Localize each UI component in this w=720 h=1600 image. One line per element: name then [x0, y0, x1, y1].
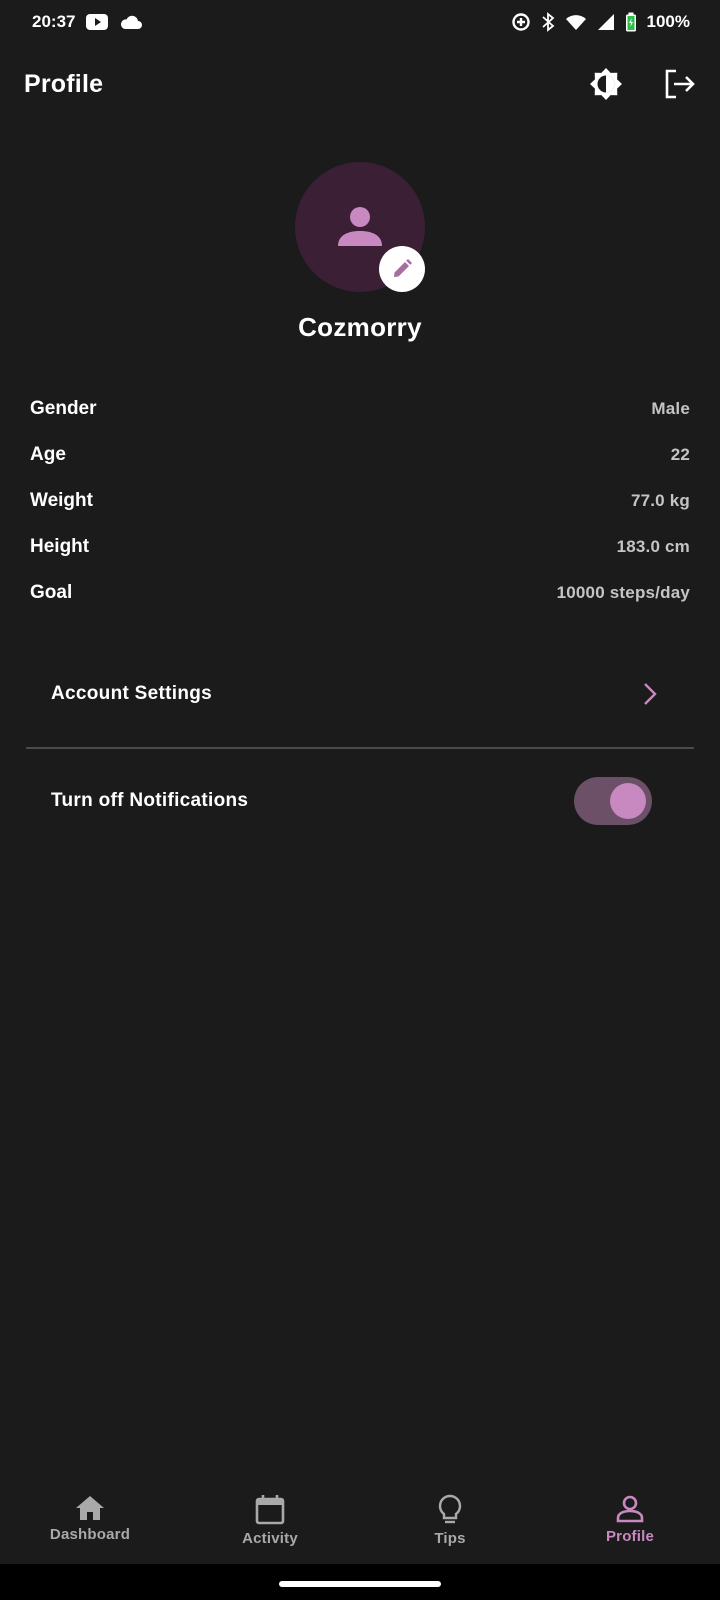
- wifi-icon: [565, 13, 587, 31]
- nav-item-profile[interactable]: Profile: [540, 1480, 720, 1545]
- home-icon: [76, 1496, 104, 1520]
- cloud-icon: [119, 14, 143, 30]
- divider: [26, 747, 694, 749]
- logout-button[interactable]: [658, 62, 702, 106]
- brightness-icon: [590, 68, 622, 100]
- avatar-container: [295, 162, 425, 292]
- info-value: 183.0 cm: [616, 537, 690, 556]
- chevron-right-icon: [644, 683, 657, 705]
- info-label: Goal: [30, 582, 73, 603]
- status-bar: 20:37 100%: [0, 0, 720, 44]
- info-row-height: Height 183.0 cm: [30, 524, 690, 570]
- status-time: 20:37: [32, 12, 76, 31]
- info-value: 77.0 kg: [630, 491, 690, 510]
- data-saver-icon: [511, 12, 531, 32]
- system-gesture-area: [0, 1564, 720, 1600]
- info-row-gender: Gender Male: [30, 386, 690, 432]
- pencil-icon: [394, 259, 412, 277]
- account-settings-row[interactable]: Account Settings: [26, 652, 694, 736]
- username: Cozmorry: [298, 312, 422, 342]
- info-value: Male: [651, 399, 690, 418]
- nav-label: Dashboard: [49, 1526, 131, 1543]
- info-label: Gender: [30, 398, 97, 419]
- nav-label: Activity: [242, 1530, 298, 1547]
- profile-info-list: Gender Male Age 22 Weight 77.0 kg Height…: [30, 386, 690, 616]
- home-gesture-bar[interactable]: [279, 1581, 441, 1587]
- app-bar: Profile: [0, 52, 720, 116]
- edit-avatar-button[interactable]: [379, 246, 425, 292]
- person-outline-icon: [616, 1495, 644, 1523]
- logout-icon: [665, 69, 695, 99]
- info-value: 10000 steps/day: [556, 583, 690, 602]
- info-value: 22: [670, 445, 690, 464]
- toggle-knob: [610, 783, 646, 819]
- nav-item-dashboard[interactable]: Dashboard: [0, 1480, 180, 1543]
- account-settings-label: Account Settings: [51, 683, 213, 704]
- nav-label: Tips: [434, 1530, 466, 1547]
- theme-toggle-button[interactable]: [584, 62, 628, 106]
- notifications-row: Turn off Notifications: [26, 760, 694, 842]
- info-label: Height: [30, 536, 90, 557]
- nav-item-activity[interactable]: Activity: [180, 1480, 360, 1547]
- calendar-icon: [255, 1495, 285, 1525]
- nav-item-tips[interactable]: Tips: [360, 1480, 540, 1547]
- battery-icon: [625, 12, 637, 32]
- info-label: Age: [30, 444, 66, 465]
- lightbulb-icon: [438, 1494, 462, 1524]
- info-label: Weight: [30, 490, 93, 511]
- page-title: Profile: [24, 69, 104, 98]
- notifications-toggle[interactable]: [574, 777, 652, 825]
- signal-icon: [597, 13, 615, 31]
- notifications-label: Turn off Notifications: [51, 790, 249, 811]
- info-row-weight: Weight 77.0 kg: [30, 478, 690, 524]
- nav-label: Profile: [605, 1528, 655, 1545]
- battery-percentage: 100%: [646, 12, 690, 31]
- bottom-nav: Dashboard Activity Tips Profile: [0, 1480, 720, 1564]
- bluetooth-icon: [541, 12, 555, 32]
- person-icon: [338, 207, 382, 246]
- info-row-age: Age 22: [30, 432, 690, 478]
- info-row-goal: Goal 10000 steps/day: [30, 570, 690, 616]
- youtube-icon: [85, 13, 109, 31]
